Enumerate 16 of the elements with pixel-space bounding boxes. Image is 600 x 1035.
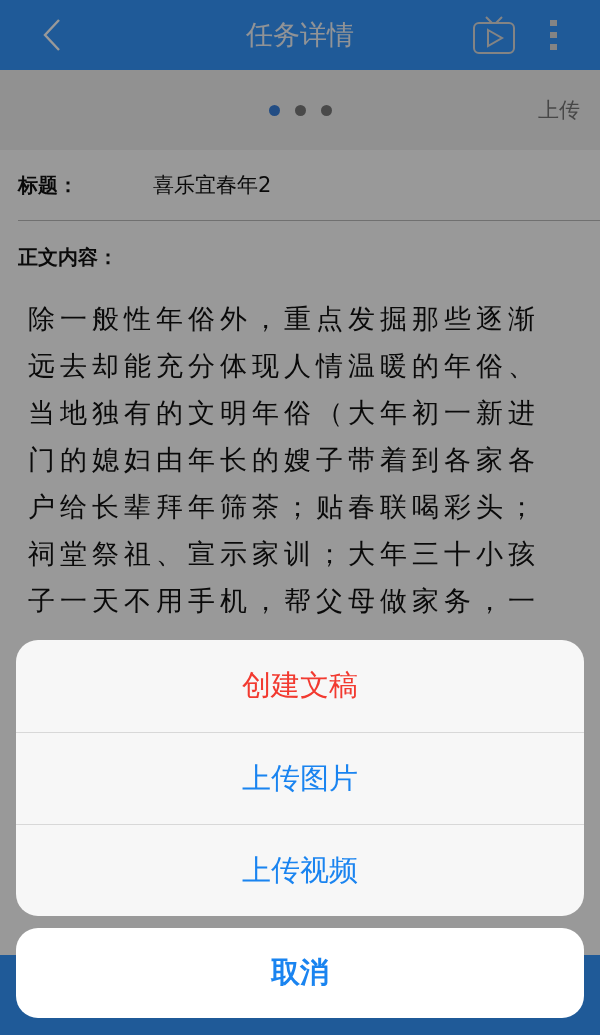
title-label: 标题： bbox=[18, 171, 78, 199]
upload-link[interactable]: 上传 bbox=[538, 96, 580, 124]
tv-play-icon[interactable] bbox=[472, 15, 516, 55]
sheet-action[interactable]: 上传视频 bbox=[16, 824, 584, 916]
page-dot[interactable] bbox=[320, 104, 332, 116]
page-dot[interactable] bbox=[294, 104, 306, 116]
page-dot[interactable] bbox=[268, 104, 280, 116]
content-text: 除一般性年俗外，重点发掘那些逐渐 远去却能充分体现人情温暖的年俗、 当地独有的文明年俗（大年初一新进 门的媳妇由年长的嫂子带着到各家各 户给长辈拜年筛茶；贴春联喝彩头； 祠堂祭祖、宣示家训；大年三十小孩 子一天不用手机，帮父母做家务，一 bbox=[28, 302, 541, 618]
cancel-button[interactable]: 取消 bbox=[16, 928, 584, 1018]
sheet-action[interactable]: 创建文稿 bbox=[16, 640, 584, 732]
sheet-action[interactable]: 上传图片 bbox=[16, 732, 584, 824]
content-label: 正文内容： bbox=[18, 244, 119, 271]
title-value: 喜乐宜春年2 bbox=[153, 172, 272, 199]
more-icon[interactable] bbox=[550, 20, 558, 50]
back-icon[interactable] bbox=[42, 18, 62, 52]
page-title: 任务详情 bbox=[246, 18, 354, 52]
